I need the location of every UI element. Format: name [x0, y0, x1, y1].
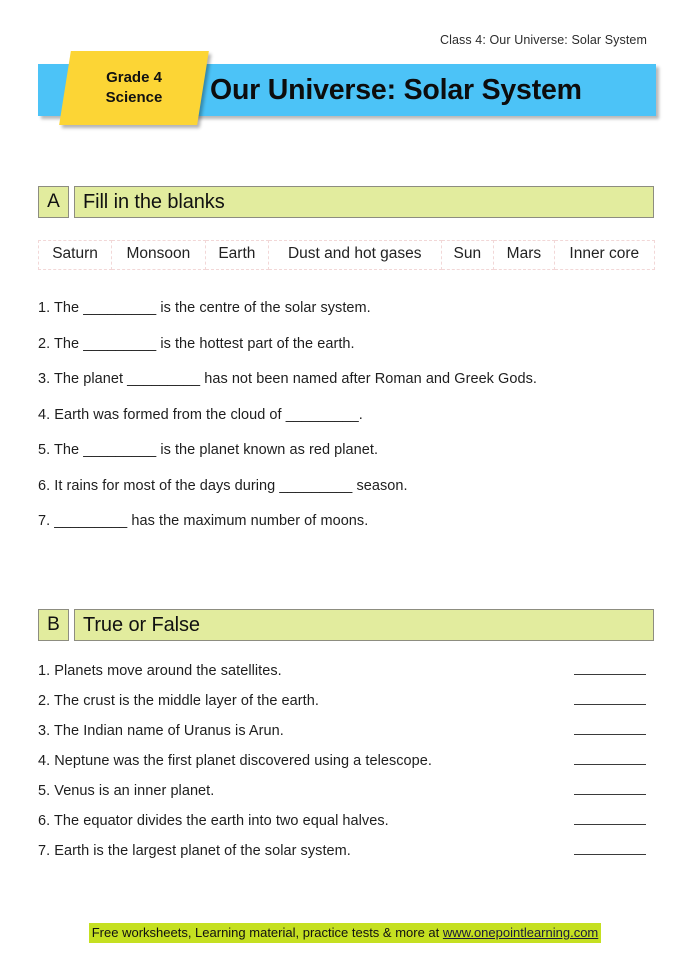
answer-blank[interactable] [574, 752, 646, 765]
word-bank-row: Saturn Monsoon Earth Dust and hot gases … [37, 240, 656, 270]
grade-badge-line1: Grade 4 [106, 69, 162, 87]
word-bank-cell: Mars [493, 240, 555, 270]
section-header-a: A Fill in the blanks [38, 186, 654, 218]
true-or-false-text: 5. Venus is an inner planet. [38, 783, 215, 799]
worksheet-title: Our Universe: Solar System [210, 74, 582, 106]
true-or-false-item[interactable]: 3. The Indian name of Uranus is Arun. [38, 722, 656, 739]
fill-in-the-blanks-item[interactable]: 1. The _________ is the centre of the so… [38, 300, 658, 316]
true-or-false-item[interactable]: 2. The crust is the middle layer of the … [38, 692, 656, 709]
word-bank: Saturn Monsoon Earth Dust and hot gases … [37, 240, 656, 270]
footer-website-link[interactable]: www.onepointlearning.com [443, 925, 598, 940]
true-or-false-text: 6. The equator divides the earth into tw… [38, 813, 389, 829]
section-letter-b: B [38, 609, 69, 641]
section-header-b: B True or False [38, 609, 654, 641]
footer: Free worksheets, Learning material, prac… [0, 923, 690, 943]
answer-blank[interactable] [574, 722, 646, 735]
word-bank-cell: Sun [440, 240, 495, 270]
answer-blank[interactable] [574, 662, 646, 675]
answer-blank[interactable] [574, 782, 646, 795]
true-or-false-item[interactable]: 4. Neptune was the first planet discover… [38, 752, 656, 769]
answer-blank[interactable] [574, 842, 646, 855]
fill-in-the-blanks-item[interactable]: 6. It rains for most of the days during … [38, 478, 658, 494]
fill-in-the-blanks-item[interactable]: 7. _________ has the maximum number of m… [38, 513, 658, 529]
true-or-false-item[interactable]: 6. The equator divides the earth into tw… [38, 812, 656, 829]
fill-in-the-blanks-list: 1. The _________ is the centre of the so… [38, 300, 658, 549]
answer-blank[interactable] [574, 692, 646, 705]
word-bank-cell: Inner core [553, 240, 656, 270]
true-or-false-item[interactable]: 5. Venus is an inner planet. [38, 782, 656, 799]
word-bank-cell: Saturn [37, 240, 113, 270]
section-title-b: True or False [74, 609, 654, 641]
section-letter-a: A [38, 186, 69, 218]
fill-in-the-blanks-item[interactable]: 4. Earth was formed from the cloud of __… [38, 407, 658, 423]
word-bank-cell: Earth [204, 240, 270, 270]
true-or-false-text: 3. The Indian name of Uranus is Arun. [38, 723, 284, 739]
worksheet-page: Class 4: Our Universe: Solar System Our … [0, 0, 690, 976]
fill-in-the-blanks-item[interactable]: 5. The _________ is the planet known as … [38, 442, 658, 458]
true-or-false-item[interactable]: 7. Earth is the largest planet of the so… [38, 842, 656, 859]
true-or-false-text: 2. The crust is the middle layer of the … [38, 693, 319, 709]
grade-badge: Grade 4 Science [59, 51, 209, 125]
true-or-false-text: 4. Neptune was the first planet discover… [38, 753, 432, 769]
section-title-a: Fill in the blanks [74, 186, 654, 218]
true-or-false-item[interactable]: 1. Planets move around the satellites. [38, 662, 656, 679]
title-banner: Our Universe: Solar System Grade 4 Scien… [38, 51, 656, 125]
answer-blank[interactable] [574, 812, 646, 825]
word-bank-cell: Dust and hot gases [268, 240, 442, 270]
running-head: Class 4: Our Universe: Solar System [439, 33, 647, 47]
true-or-false-text: 7. Earth is the largest planet of the so… [38, 843, 351, 859]
fill-in-the-blanks-item[interactable]: 3. The planet _________ has not been nam… [38, 371, 658, 387]
footer-highlight: Free worksheets, Learning material, prac… [88, 923, 602, 943]
footer-text: Free worksheets, Learning material, prac… [91, 925, 443, 940]
grade-badge-line2: Science [105, 89, 163, 106]
true-or-false-list: 1. Planets move around the satellites. 2… [38, 662, 656, 872]
fill-in-the-blanks-item[interactable]: 2. The _________ is the hottest part of … [38, 336, 658, 352]
word-bank-cell: Monsoon [111, 240, 206, 270]
true-or-false-text: 1. Planets move around the satellites. [38, 663, 282, 679]
